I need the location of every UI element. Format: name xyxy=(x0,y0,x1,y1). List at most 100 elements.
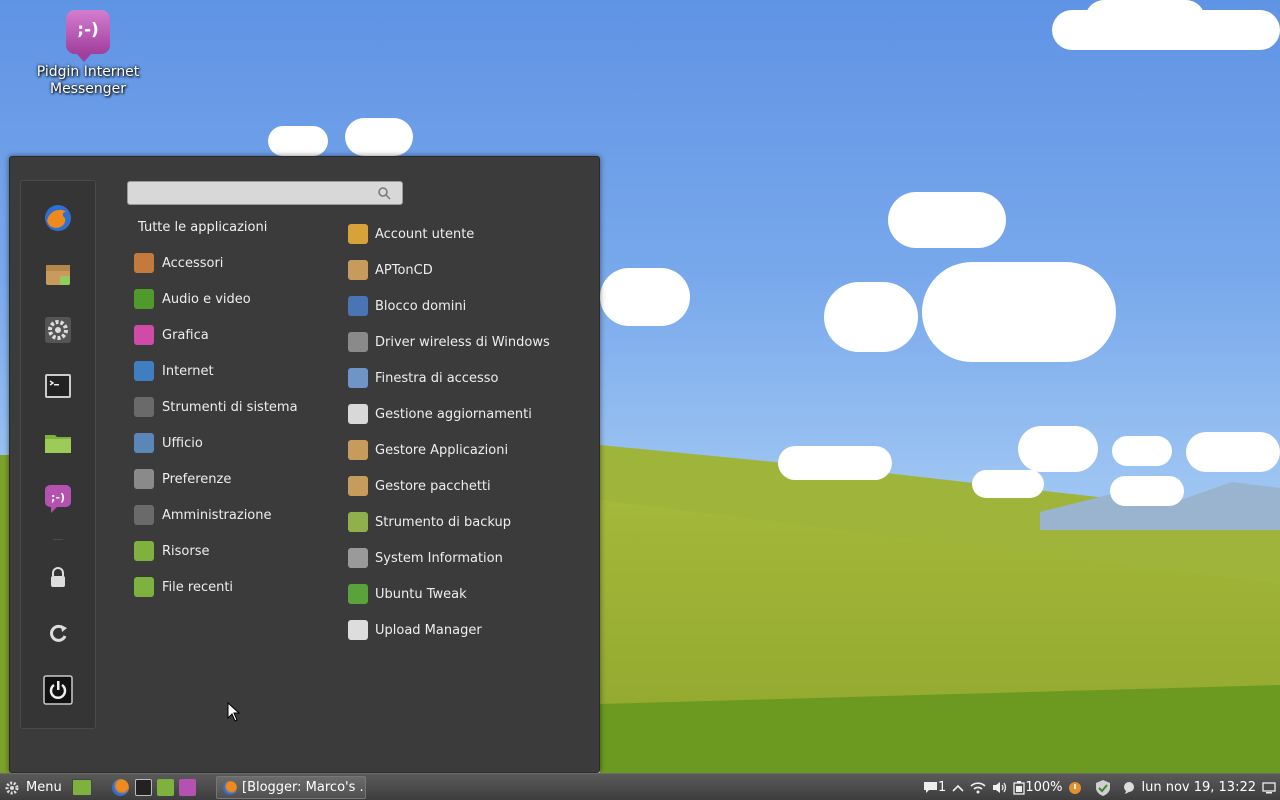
category-item[interactable]: Audio e video xyxy=(134,288,251,310)
launcher-firefox-icon[interactable] xyxy=(112,779,129,796)
application-item[interactable]: Blocco domini xyxy=(348,295,466,317)
update-applet[interactable] xyxy=(1068,781,1082,795)
package-manager-icon xyxy=(348,476,368,496)
application-item[interactable]: APTonCD xyxy=(348,259,433,281)
menu-button[interactable]: Menu xyxy=(4,777,62,798)
category-label: File recenti xyxy=(162,579,234,595)
application-label: Ubuntu Tweak xyxy=(375,586,467,602)
launcher-folder-icon[interactable] xyxy=(157,779,174,796)
battery-level: 100% xyxy=(1025,780,1063,795)
aptoncd-icon xyxy=(348,260,368,280)
lock-icon xyxy=(51,567,65,587)
search-input[interactable] xyxy=(127,181,403,205)
category-label: Accessori xyxy=(162,255,224,271)
category-all-applications[interactable]: Tutte le applicazioni xyxy=(138,220,267,235)
clock-applet[interactable]: lun nov 19, 13:22 xyxy=(1122,780,1256,795)
power-button[interactable] xyxy=(43,675,73,705)
category-item[interactable]: Accessori xyxy=(134,252,223,274)
battery-applet[interactable]: 100% xyxy=(1013,780,1062,795)
application-label: Gestione aggiornamenti xyxy=(375,406,532,422)
workspace-icon xyxy=(1262,781,1276,793)
application-item[interactable]: Driver wireless di Windows xyxy=(348,331,550,353)
search-icon xyxy=(378,187,391,200)
cloud xyxy=(824,282,918,352)
favorite-system-settings[interactable] xyxy=(43,315,73,345)
graphics-icon xyxy=(134,325,154,345)
notifications-applet[interactable]: 1 xyxy=(923,780,946,795)
application-item[interactable]: Finestra di accesso xyxy=(348,367,498,389)
category-label: Preferenze xyxy=(162,471,232,487)
application-item[interactable]: System Information xyxy=(348,547,503,569)
folder-icon xyxy=(45,435,71,453)
show-desktop-button[interactable] xyxy=(1262,781,1276,794)
category-item[interactable]: Ufficio xyxy=(134,432,203,454)
category-item[interactable]: Grafica xyxy=(134,324,209,346)
application-label: Gestore pacchetti xyxy=(375,478,491,494)
cloud xyxy=(1110,476,1184,506)
category-label: Grafica xyxy=(162,327,209,343)
package-manager-icon xyxy=(46,265,70,285)
network-applet[interactable] xyxy=(970,781,986,794)
system-tools-icon xyxy=(134,397,154,417)
desktop-icon-pidgin[interactable]: ;-) Pidgin Internet Messenger xyxy=(36,10,140,98)
office-icon xyxy=(134,433,154,453)
show-desktop-icon[interactable] xyxy=(72,779,92,796)
favorite-package-manager[interactable] xyxy=(43,259,73,289)
application-item[interactable]: Account utente xyxy=(348,223,474,245)
menu-button-label: Menu xyxy=(26,780,62,795)
gear-icon xyxy=(5,781,19,794)
application-item[interactable]: Gestore pacchetti xyxy=(348,475,491,497)
launcher-pidgin-icon[interactable] xyxy=(179,779,196,796)
cloud xyxy=(778,446,892,480)
category-item[interactable]: Strumenti di sistema xyxy=(134,396,298,418)
category-item[interactable]: Preferenze xyxy=(134,468,231,490)
favorite-firefox[interactable] xyxy=(43,203,73,233)
shield-check-icon xyxy=(1096,779,1111,796)
application-item[interactable]: Ubuntu Tweak xyxy=(348,583,467,605)
cloud xyxy=(922,262,1116,362)
desktop-icon-label: Pidgin Internet Messenger xyxy=(36,64,140,97)
accessories-icon xyxy=(134,253,154,273)
tray-expand-button[interactable] xyxy=(952,783,964,793)
category-item[interactable]: Amministrazione xyxy=(134,504,272,526)
favorite-pidgin[interactable]: ;-) xyxy=(43,483,73,513)
application-item[interactable]: Gestore Applicazioni xyxy=(348,439,508,461)
application-item[interactable]: Gestione aggiornamenti xyxy=(348,403,532,425)
application-item[interactable]: Strumento di backup xyxy=(348,511,511,533)
launcher-terminal-icon[interactable] xyxy=(135,779,152,796)
notifications-count: 1 xyxy=(938,780,947,795)
pidgin-icon: ;-) xyxy=(66,10,110,62)
backup-tool-icon xyxy=(348,512,368,532)
application-item[interactable]: Upload Manager xyxy=(348,619,482,641)
mouse-cursor xyxy=(227,702,241,722)
application-label: Account utente xyxy=(375,226,475,242)
wireless-driver-icon xyxy=(348,332,368,352)
category-label: Amministrazione xyxy=(162,507,272,523)
upload-manager-icon xyxy=(348,620,368,640)
category-label: Strumenti di sistema xyxy=(162,399,298,415)
category-item[interactable]: File recenti xyxy=(134,576,233,598)
update-manager-applet[interactable] xyxy=(1094,779,1112,797)
cloud xyxy=(345,118,413,156)
window-title: [Blogger: Marco's ... xyxy=(242,780,366,795)
update-notifier-icon xyxy=(1069,781,1082,794)
category-item[interactable]: Internet xyxy=(134,360,214,382)
category-label: Risorse xyxy=(162,543,210,559)
taskbar-window-button[interactable]: [Blogger: Marco's ... xyxy=(216,776,366,799)
firefox-icon xyxy=(223,780,237,795)
volume-applet[interactable] xyxy=(992,781,1007,794)
category-label: Internet xyxy=(162,363,214,379)
preferences-icon xyxy=(134,469,154,489)
volume-icon xyxy=(993,782,1007,793)
application-label: Driver wireless di Windows xyxy=(375,334,550,350)
category-label: Ufficio xyxy=(162,435,203,451)
logout-button[interactable] xyxy=(43,619,73,649)
favorite-terminal[interactable] xyxy=(43,371,73,401)
svg-text:;-): ;-) xyxy=(51,491,65,504)
lock-button[interactable] xyxy=(43,563,73,593)
chat-status-icon xyxy=(1124,781,1135,794)
favorite-folder[interactable] xyxy=(43,427,73,457)
audio-video-icon xyxy=(134,289,154,309)
battery-icon xyxy=(1013,780,1025,795)
category-item[interactable]: Risorse xyxy=(134,540,210,562)
